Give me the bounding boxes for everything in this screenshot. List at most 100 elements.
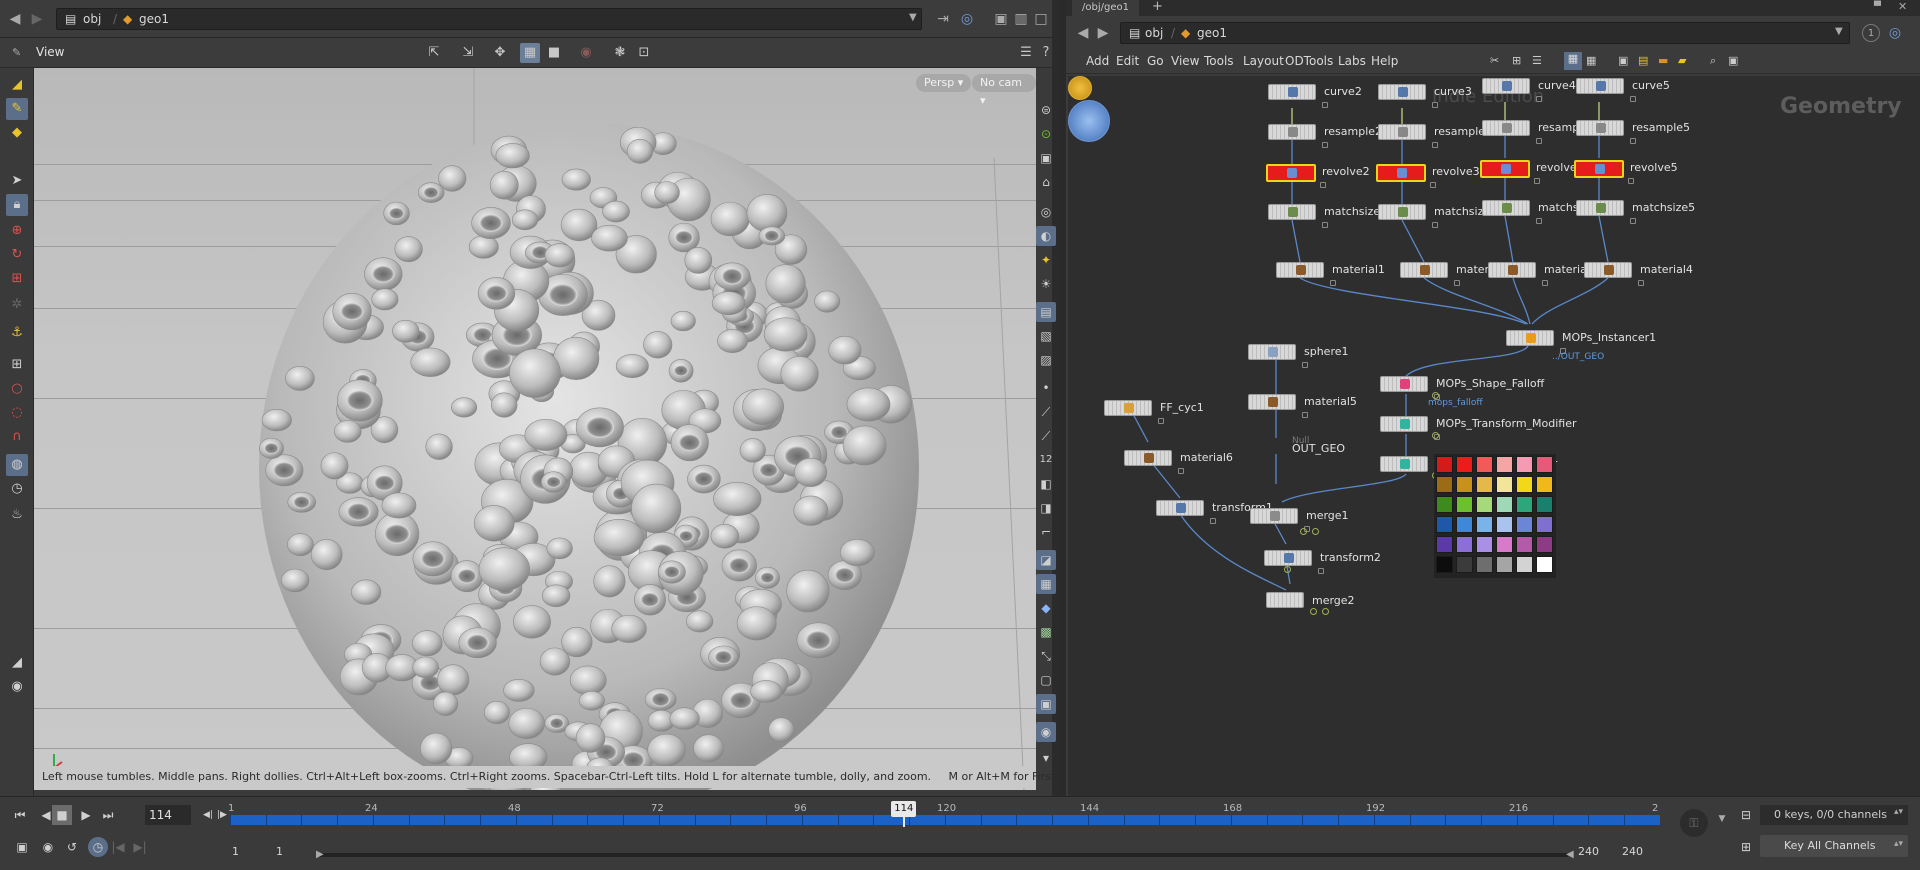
bone-icon[interactable]: ⤡ bbox=[1036, 646, 1056, 666]
path-crumb-geo1[interactable]: geo1 bbox=[139, 12, 169, 26]
range-right-handle-icon[interactable]: ◀ bbox=[1566, 849, 1574, 860]
net-maximize-icon[interactable]: ▣ bbox=[1728, 54, 1738, 67]
menu-help[interactable]: Help bbox=[1371, 54, 1398, 68]
node-matchsize3[interactable] bbox=[1378, 204, 1426, 220]
node-revolve5[interactable] bbox=[1574, 160, 1624, 178]
snap-icon[interactable]: ▦ bbox=[520, 43, 540, 63]
color-swatch[interactable] bbox=[1496, 516, 1513, 533]
color-swatch[interactable] bbox=[1496, 536, 1513, 553]
color-swatch[interactable] bbox=[1516, 516, 1533, 533]
prev-key-icon[interactable]: |◀ bbox=[108, 837, 128, 857]
color-swatch[interactable] bbox=[1476, 496, 1493, 513]
color-swatch[interactable] bbox=[1536, 496, 1553, 513]
wrench-icon[interactable]: ✂ bbox=[1490, 54, 1499, 67]
net-crumb-obj[interactable]: obj bbox=[1145, 26, 1163, 40]
menu-edit[interactable]: Edit bbox=[1116, 54, 1139, 68]
pose-icon[interactable]: ✲ bbox=[6, 294, 28, 316]
net-path-field[interactable]: ▤ obj / ◆ geo1 ▼ bbox=[1120, 22, 1850, 44]
color-swatch[interactable] bbox=[1436, 536, 1453, 553]
node-resample3[interactable] bbox=[1378, 124, 1426, 140]
3d-viewport[interactable]: Persp ▾ No cam ▾ bbox=[34, 68, 1036, 790]
color-swatch[interactable] bbox=[1516, 496, 1533, 513]
color-swatch[interactable] bbox=[1436, 556, 1453, 573]
scale-icon[interactable]: ⊞ bbox=[6, 268, 28, 290]
color-swatch[interactable] bbox=[1456, 556, 1473, 573]
color-swatch[interactable] bbox=[1476, 556, 1493, 573]
edge-icon[interactable]: ⟋ bbox=[1036, 402, 1056, 422]
rotate-icon[interactable]: ↻ bbox=[6, 244, 28, 266]
timeline-ruler[interactable]: 1 24 48 72 96 120 144 168 192 216 2 114 bbox=[228, 801, 1660, 829]
menu-tools[interactable]: Tools bbox=[1204, 54, 1234, 68]
node-curve4[interactable] bbox=[1482, 78, 1530, 94]
path-crumb-obj[interactable]: obj bbox=[83, 12, 101, 26]
node-matchsize4[interactable] bbox=[1482, 200, 1530, 216]
add-tab-icon[interactable]: + bbox=[1152, 0, 1163, 14]
node-curve2[interactable] bbox=[1268, 84, 1316, 100]
node-transform1[interactable] bbox=[1156, 500, 1204, 516]
vertex-icon[interactable]: ◨ bbox=[1036, 498, 1056, 518]
path-dropdown-icon[interactable]: ▼ bbox=[909, 12, 917, 23]
primitive-icon[interactable]: ◧ bbox=[1036, 474, 1056, 494]
stop-icon[interactable]: ■ bbox=[52, 805, 72, 825]
tab-obj-geo1[interactable]: /obj/geo1 bbox=[1072, 0, 1139, 16]
node-resample2[interactable] bbox=[1268, 124, 1316, 140]
display-options-icon[interactable]: ⊜ bbox=[1036, 100, 1056, 120]
transform-icon[interactable]: ⊕ bbox=[6, 220, 28, 242]
pin-icon[interactable]: ⇥ bbox=[934, 10, 952, 28]
node-revolve2[interactable] bbox=[1266, 164, 1316, 182]
move-tool-icon[interactable]: ✥ bbox=[490, 43, 510, 63]
network-view-icon[interactable]: ▦ bbox=[1564, 52, 1582, 70]
select-tool-icon[interactable]: ⇱ bbox=[424, 43, 444, 63]
select-group-icon[interactable]: ⇲ bbox=[458, 43, 478, 63]
node-transform2[interactable] bbox=[1264, 550, 1312, 566]
color-swatch[interactable] bbox=[1476, 516, 1493, 533]
node-sphere1[interactable] bbox=[1248, 344, 1296, 360]
headlight-icon[interactable]: ☀ bbox=[1036, 274, 1056, 294]
node-instancer[interactable] bbox=[1506, 330, 1554, 346]
lighting-icon[interactable]: ◐ bbox=[1036, 226, 1056, 246]
color-swatch[interactable] bbox=[1436, 476, 1453, 493]
net-search-icon[interactable]: ⌕ bbox=[1710, 54, 1716, 68]
pane-number-icon[interactable]: 1 bbox=[1862, 24, 1880, 42]
node-material1[interactable] bbox=[1276, 262, 1324, 278]
keyall-spinner-icon[interactable]: ▴▾ bbox=[1894, 839, 1903, 849]
color-swatch[interactable] bbox=[1476, 456, 1493, 473]
view-menu-icon[interactable]: ☰ bbox=[1016, 43, 1036, 63]
color-swatch[interactable] bbox=[1456, 456, 1473, 473]
node-resample4[interactable] bbox=[1482, 120, 1530, 136]
node-material6[interactable] bbox=[1124, 450, 1172, 466]
color-swatch[interactable] bbox=[1496, 456, 1513, 473]
guide-icon[interactable]: ⌐ bbox=[1036, 522, 1056, 542]
range-end-field[interactable]: 240 bbox=[1622, 843, 1643, 861]
loop-icon[interactable]: ↺ bbox=[62, 837, 82, 857]
play-forward-icon[interactable]: ▶ bbox=[76, 805, 96, 825]
arrow-select-icon[interactable]: ➤ bbox=[6, 170, 28, 192]
key-channels-icon[interactable]: ⊞ bbox=[1736, 837, 1756, 857]
paint-icon[interactable]: ◆ bbox=[6, 122, 28, 144]
realtime-icon[interactable]: ▣ bbox=[12, 837, 32, 857]
forward-arrow-icon[interactable]: ▶ bbox=[28, 10, 46, 28]
playback-start-field[interactable]: 1 bbox=[276, 843, 283, 861]
drag-handle-icon[interactable]: ✎ bbox=[12, 46, 21, 59]
color-swatch[interactable] bbox=[1456, 476, 1473, 493]
network-box-icon[interactable]: ▬ bbox=[1658, 54, 1668, 67]
node-material5[interactable] bbox=[1248, 394, 1296, 410]
expand-icon[interactable]: ▾ bbox=[1036, 748, 1056, 768]
node-matchsize2[interactable] bbox=[1268, 204, 1316, 220]
hidden-icon[interactable]: ▢ bbox=[1036, 670, 1056, 690]
render-region-icon[interactable]: ▤ bbox=[1036, 302, 1056, 322]
node-network-canvas[interactable]: Indie Edition Geometry curve2 curve3 cur… bbox=[1068, 76, 1920, 796]
menu-layout[interactable]: Layout bbox=[1243, 54, 1284, 68]
view-tool-icon[interactable]: ◍ bbox=[6, 454, 28, 476]
color-swatch[interactable] bbox=[1436, 496, 1453, 513]
xray-icon[interactable]: ◆ bbox=[1036, 598, 1056, 618]
playback-end-field[interactable]: 240 bbox=[1578, 843, 1599, 861]
lasso-icon[interactable]: ○ bbox=[6, 378, 28, 400]
camera-icon[interactable]: ⊡ bbox=[634, 43, 654, 63]
net-crumb-geo1[interactable]: geo1 bbox=[1197, 26, 1227, 40]
lock-camera-icon[interactable]: ▣ bbox=[1036, 148, 1056, 168]
tree-icon[interactable]: ⊞ bbox=[1512, 54, 1521, 67]
net-path-dropdown-icon[interactable]: ▼ bbox=[1835, 26, 1843, 37]
scene-icon[interactable]: ♨ bbox=[6, 504, 28, 526]
select-mode-icon[interactable]: ◢ bbox=[6, 74, 28, 96]
